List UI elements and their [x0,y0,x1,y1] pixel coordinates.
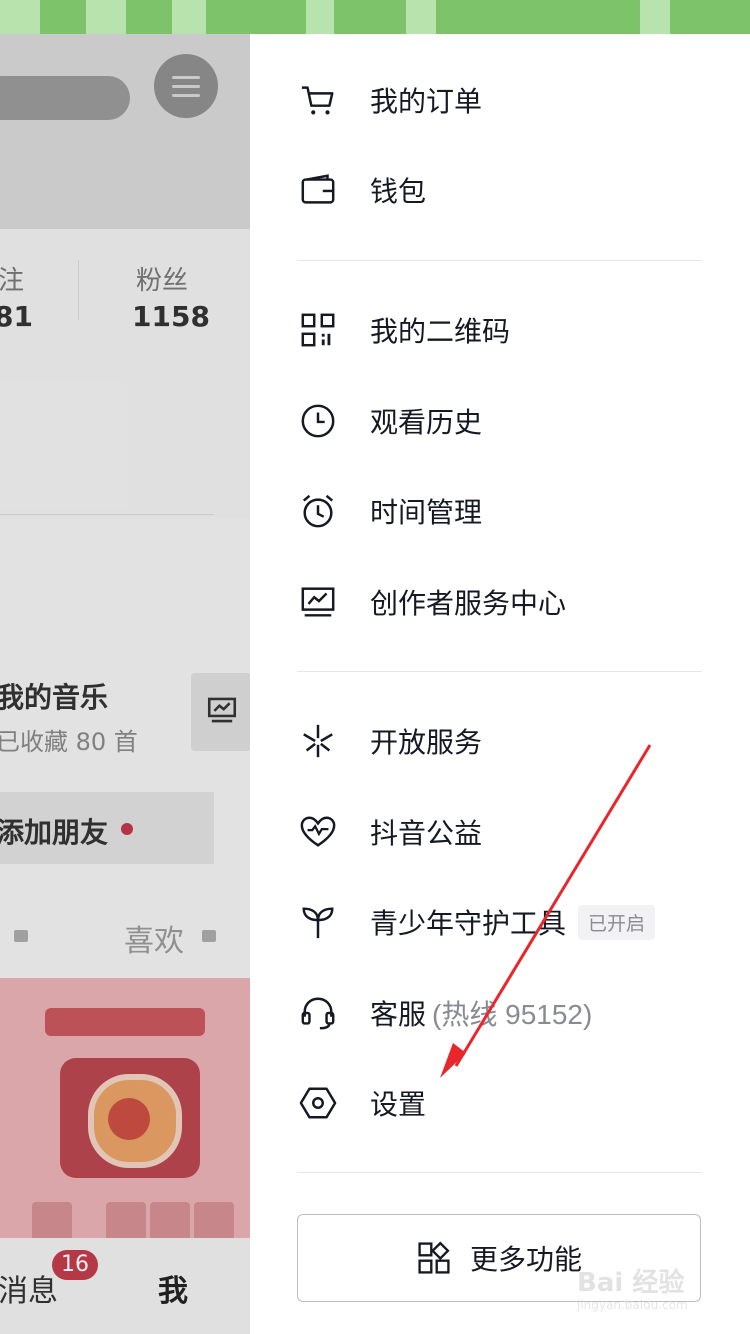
baidu-watermark: Bai 经验 [577,1268,685,1298]
baidu-watermark-url: jingyan.baidu.com [577,1298,688,1312]
annotation-arrow [440,744,652,1078]
